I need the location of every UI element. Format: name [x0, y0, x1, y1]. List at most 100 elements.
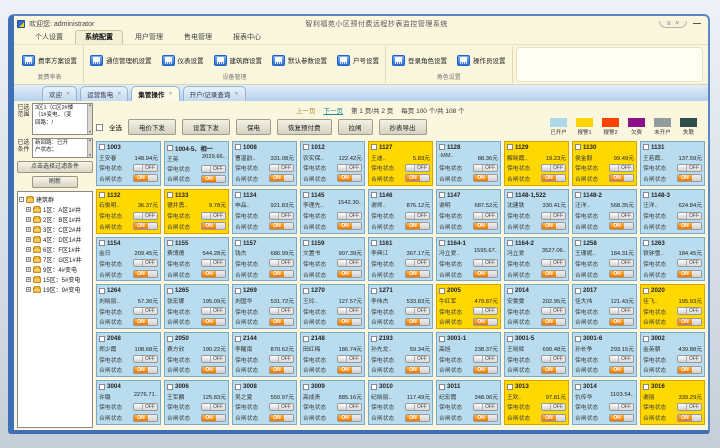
- room-card[interactable]: 1164-1 冯立爱.. 1595.67.. 保电状态 OFF 合闸状态 ON: [436, 237, 501, 282]
- document-tab[interactable]: 开户/记录查询 ✕: [183, 86, 246, 101]
- switch-state-toggle[interactable]: ON: [133, 270, 158, 278]
- keep-power-toggle[interactable]: OFF: [201, 165, 226, 173]
- scrollbar[interactable]: ▲▼: [87, 139, 92, 157]
- switch-state-toggle[interactable]: ON: [609, 222, 634, 230]
- keep-power-toggle[interactable]: OFF: [677, 212, 702, 220]
- room-card[interactable]: 1159 文置书 907.39元 保电状态 OFF 合闸状态 ON: [300, 237, 365, 282]
- switch-state-toggle[interactable]: ON: [405, 366, 430, 374]
- document-tab[interactable]: 运营售电 ✕: [80, 86, 128, 101]
- room-checkbox[interactable]: [235, 192, 241, 198]
- switch-state-toggle[interactable]: ON: [677, 270, 702, 278]
- room-card[interactable]: 1263 铁钟雪.. 184.45元 保电状态 OFF 合闸状态 ON: [640, 237, 705, 282]
- room-checkbox[interactable]: [507, 192, 513, 198]
- switch-state-toggle[interactable]: ON: [405, 174, 430, 182]
- room-checkbox[interactable]: [575, 336, 581, 342]
- expander-icon[interactable]: +: [26, 207, 31, 212]
- keep-power-toggle[interactable]: OFF: [201, 355, 226, 363]
- room-card[interactable]: 1131 王若霞.. 137.59元 保电状态 OFF 合闸状态 ON: [640, 141, 705, 186]
- switch-state-toggle[interactable]: ON: [337, 270, 362, 278]
- keep-power-toggle[interactable]: OFF: [337, 164, 362, 172]
- keep-power-toggle[interactable]: OFF: [337, 403, 362, 411]
- switch-state-toggle[interactable]: ON: [337, 366, 362, 374]
- scroll-down-icon[interactable]: ▼: [88, 131, 92, 135]
- room-checkbox[interactable]: [643, 384, 649, 390]
- room-checkbox[interactable]: [575, 192, 581, 198]
- keep-power-toggle[interactable]: OFF: [201, 212, 226, 220]
- switch-state-toggle[interactable]: ON: [541, 174, 566, 182]
- keep-power-toggle[interactable]: OFF: [541, 259, 566, 267]
- close-icon[interactable]: ✕: [117, 91, 121, 97]
- document-tab[interactable]: 集管操作 ✕: [131, 86, 179, 101]
- room-checkbox[interactable]: [371, 336, 377, 342]
- menu-tab[interactable]: 系统配置: [75, 30, 123, 44]
- keep-power-toggle[interactable]: OFF: [541, 403, 566, 411]
- switch-state-toggle[interactable]: ON: [473, 318, 498, 326]
- switch-state-toggle[interactable]: ON: [609, 366, 634, 374]
- room-checkbox[interactable]: [167, 384, 173, 390]
- room-checkbox[interactable]: [167, 192, 173, 198]
- room-card[interactable]: 3008 吴之夏 550.97元 保电状态 OFF 合闸状态 ON: [232, 380, 297, 425]
- switch-state-toggle[interactable]: ON: [337, 222, 362, 230]
- keep-power-toggle[interactable]: OFF: [269, 355, 294, 363]
- tree-node[interactable]: + 1区：A区1#井: [26, 205, 91, 214]
- switch-state-toggle[interactable]: ON: [133, 222, 158, 230]
- room-card[interactable]: 2048 郑少霞 108.68元 保电状态 OFF 合闸状态 ON: [96, 332, 161, 377]
- keep-power-toggle[interactable]: OFF: [609, 164, 634, 172]
- pin-icon[interactable]: ≡: [667, 21, 671, 27]
- ribbon-button[interactable]: 建筑群设置: [212, 54, 265, 67]
- switch-state-toggle[interactable]: ON: [473, 222, 498, 230]
- room-checkbox[interactable]: [99, 288, 105, 294]
- ribbon-button[interactable]: 费率方案设置: [20, 54, 79, 67]
- keep-power-toggle[interactable]: OFF: [337, 355, 362, 363]
- tree-node[interactable]: + 3区：C区2#井: [26, 225, 91, 234]
- tree-node[interactable]: + 9区：4#变电: [26, 265, 91, 274]
- room-checkbox[interactable]: [439, 144, 445, 150]
- room-card[interactable]: 1003 王安春 148.94元 保电状态 OFF 合闸状态 ON: [96, 141, 161, 186]
- keep-power-toggle[interactable]: OFF: [609, 212, 634, 220]
- switch-state-toggle[interactable]: ON: [677, 366, 702, 374]
- room-card[interactable]: 3010 纪晓丽.. 117.49元 保电状态 OFF 合闸状态 ON: [368, 380, 433, 425]
- room-card[interactable]: 2148 田红梅 186.74元 保电状态 OFF 合闸状态 ON: [300, 332, 365, 377]
- switch-state-toggle[interactable]: ON: [405, 318, 430, 326]
- ribbon-button[interactable]: 仪表设置: [160, 54, 206, 67]
- room-checkbox[interactable]: [303, 336, 309, 342]
- room-checkbox[interactable]: [643, 192, 649, 198]
- toolbar-button[interactable]: 电价下发: [128, 119, 176, 135]
- tree-node[interactable]: + 19区：9#变电: [26, 285, 91, 294]
- room-card[interactable]: 2050 费方欣 190.22元 保电状态 OFF 合闸状态 ON: [164, 332, 229, 377]
- room-checkbox[interactable]: [235, 240, 241, 246]
- switch-state-toggle[interactable]: ON: [677, 414, 702, 422]
- scrollbar[interactable]: ▲▼: [87, 104, 92, 134]
- filter-select-button[interactable]: 点击选择过滤条件: [17, 161, 93, 173]
- room-card[interactable]: 1270 王玲.. 127.57元 保电状态 OFF 合闸状态 ON: [300, 284, 365, 329]
- room-card[interactable]: 1146 谢师.. 876.12元 保电状态 OFF 合闸状态 ON: [368, 189, 433, 234]
- room-checkbox[interactable]: [575, 144, 581, 150]
- switch-state-toggle[interactable]: ON: [541, 366, 566, 374]
- keep-power-toggle[interactable]: OFF: [541, 164, 566, 172]
- keep-power-toggle[interactable]: OFF: [473, 259, 498, 267]
- switch-state-toggle[interactable]: ON: [541, 414, 566, 422]
- room-checkbox[interactable]: [235, 144, 241, 150]
- room-checkbox[interactable]: [439, 288, 445, 294]
- room-checkbox[interactable]: [371, 384, 377, 390]
- room-checkbox[interactable]: [167, 336, 173, 342]
- room-checkbox[interactable]: [507, 288, 513, 294]
- expander-icon[interactable]: +: [26, 247, 31, 252]
- room-card[interactable]: 1127 王迪.. 5.83元 保电状态 OFF 合闸状态 ON: [368, 141, 433, 186]
- switch-state-toggle[interactable]: ON: [609, 270, 634, 278]
- close-icon[interactable]: ✕: [168, 91, 172, 97]
- room-card[interactable]: 2020 佳飞.. 195.93元 保电状态 OFF 合闸状态 ON: [640, 284, 705, 329]
- tree-node[interactable]: + 7区：G区1#井: [26, 255, 91, 264]
- room-card[interactable]: 1264 刘晓丽.. 57.30元 保电状态 OFF 合闸状态 ON: [96, 284, 161, 329]
- room-card[interactable]: 1148-1,522 沈建铁 330.41元 保电状态 OFF 合闸状态 ON: [504, 189, 569, 234]
- keep-power-toggle[interactable]: OFF: [677, 259, 702, 267]
- ribbon-button[interactable]: 户号设置: [335, 54, 381, 67]
- room-checkbox[interactable]: [303, 288, 309, 294]
- keep-power-toggle[interactable]: OFF: [269, 259, 294, 267]
- switch-state-toggle[interactable]: ON: [201, 222, 226, 230]
- room-checkbox[interactable]: [575, 288, 581, 294]
- ribbon-collapse-control[interactable]: ≡ ˅: [659, 21, 687, 28]
- room-checkbox[interactable]: [371, 192, 377, 198]
- expander-icon[interactable]: +: [26, 267, 31, 272]
- room-card[interactable]: 1012 农实保.. 122.42元 保电状态 OFF 合闸状态 ON: [300, 141, 365, 186]
